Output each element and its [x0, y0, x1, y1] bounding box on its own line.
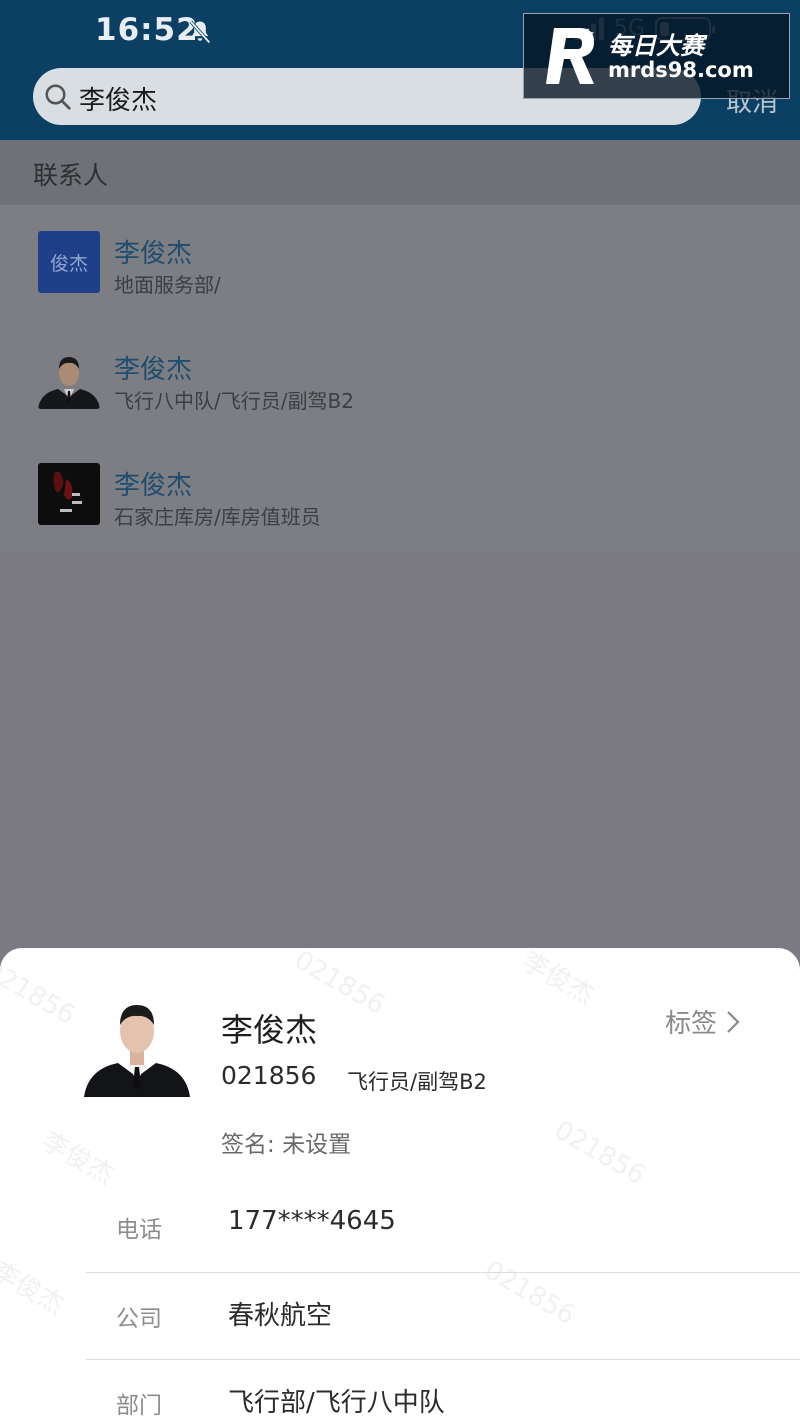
signature-value: 未设置 [282, 1132, 352, 1158]
brand-logo-icon [546, 28, 594, 84]
phone-label: 电话 [116, 1217, 162, 1243]
contact-subtitle: 飞行八中队/飞行员/副驾B2 [114, 389, 354, 413]
contact-subtitle: 石家庄库房/库房值班员 [114, 505, 321, 529]
department-label: 部门 [116, 1393, 162, 1419]
signature-label: 签名: [221, 1132, 275, 1158]
company-row: 公司 春秋航空 [86, 1273, 800, 1361]
profile-role: 飞行员/副驾B2 [347, 1070, 487, 1094]
department-value: 飞行部/飞行八中队 [228, 1388, 445, 1418]
contact-name: 李俊杰 [114, 471, 193, 501]
department-row: 部门 飞行部/飞行八中队 [86, 1360, 800, 1425]
phone-row[interactable]: 电话 177****4645 [86, 1184, 800, 1272]
contact-item[interactable]: 李俊杰 飞行八中队/飞行员/副驾B2 [0, 321, 800, 437]
bell-muted-icon [189, 20, 211, 44]
profile-name: 李俊杰 [221, 1011, 318, 1049]
contact-name: 李俊杰 [114, 239, 193, 269]
chevron-right-icon [727, 1010, 740, 1033]
section-header: 联系人 [0, 140, 800, 205]
search-icon [45, 84, 71, 110]
brand-url: mrds98.com [608, 58, 754, 82]
search-query: 李俊杰 [79, 86, 158, 116]
watermark-text: 李俊杰 [516, 948, 600, 1012]
top-header: 16:52 5G 李俊杰 取消 每日大赛 mrds98.com [0, 0, 800, 140]
avatar: 俊杰 [38, 231, 100, 293]
company-label: 公司 [116, 1306, 162, 1332]
profile-sheet: 021856 021856 李俊杰 李俊杰 021856 李俊杰 021856 … [0, 948, 800, 1425]
section-title: 联系人 [33, 161, 109, 190]
contact-item[interactable]: 李俊杰 石家庄库房/库房值班员 [0, 437, 800, 553]
tags-button[interactable]: 标签 [665, 1003, 741, 1040]
company-value: 春秋航空 [228, 1301, 333, 1331]
contact-subtitle: 地面服务部/ [114, 273, 221, 297]
avatar [38, 463, 100, 525]
status-time: 16:52 [95, 12, 199, 48]
watermark-text: 李俊杰 [36, 1126, 120, 1192]
employee-id: 021856 [221, 1061, 317, 1090]
tags-label: 标签 [665, 1009, 718, 1039]
profile-signature: 签名: 未设置 [221, 1125, 351, 1159]
phone-value[interactable]: 177****4645 [228, 1206, 396, 1236]
profile-avatar [84, 1005, 190, 1097]
brand-watermark: 每日大赛 mrds98.com [523, 13, 790, 99]
watermark-text: 021856 [549, 1115, 651, 1191]
brand-name: 每日大赛 [608, 32, 704, 60]
avatar [38, 347, 100, 409]
contact-item[interactable]: 俊杰 李俊杰 地面服务部/ [0, 205, 800, 321]
watermark-text: 李俊杰 [0, 1256, 70, 1322]
contact-list: 俊杰 李俊杰 地面服务部/ 李俊杰 飞行八中队/飞行员/副驾B2 李俊杰 石家庄… [0, 205, 800, 553]
contact-name: 李俊杰 [114, 355, 193, 385]
watermark-text: 021856 [0, 955, 81, 1031]
